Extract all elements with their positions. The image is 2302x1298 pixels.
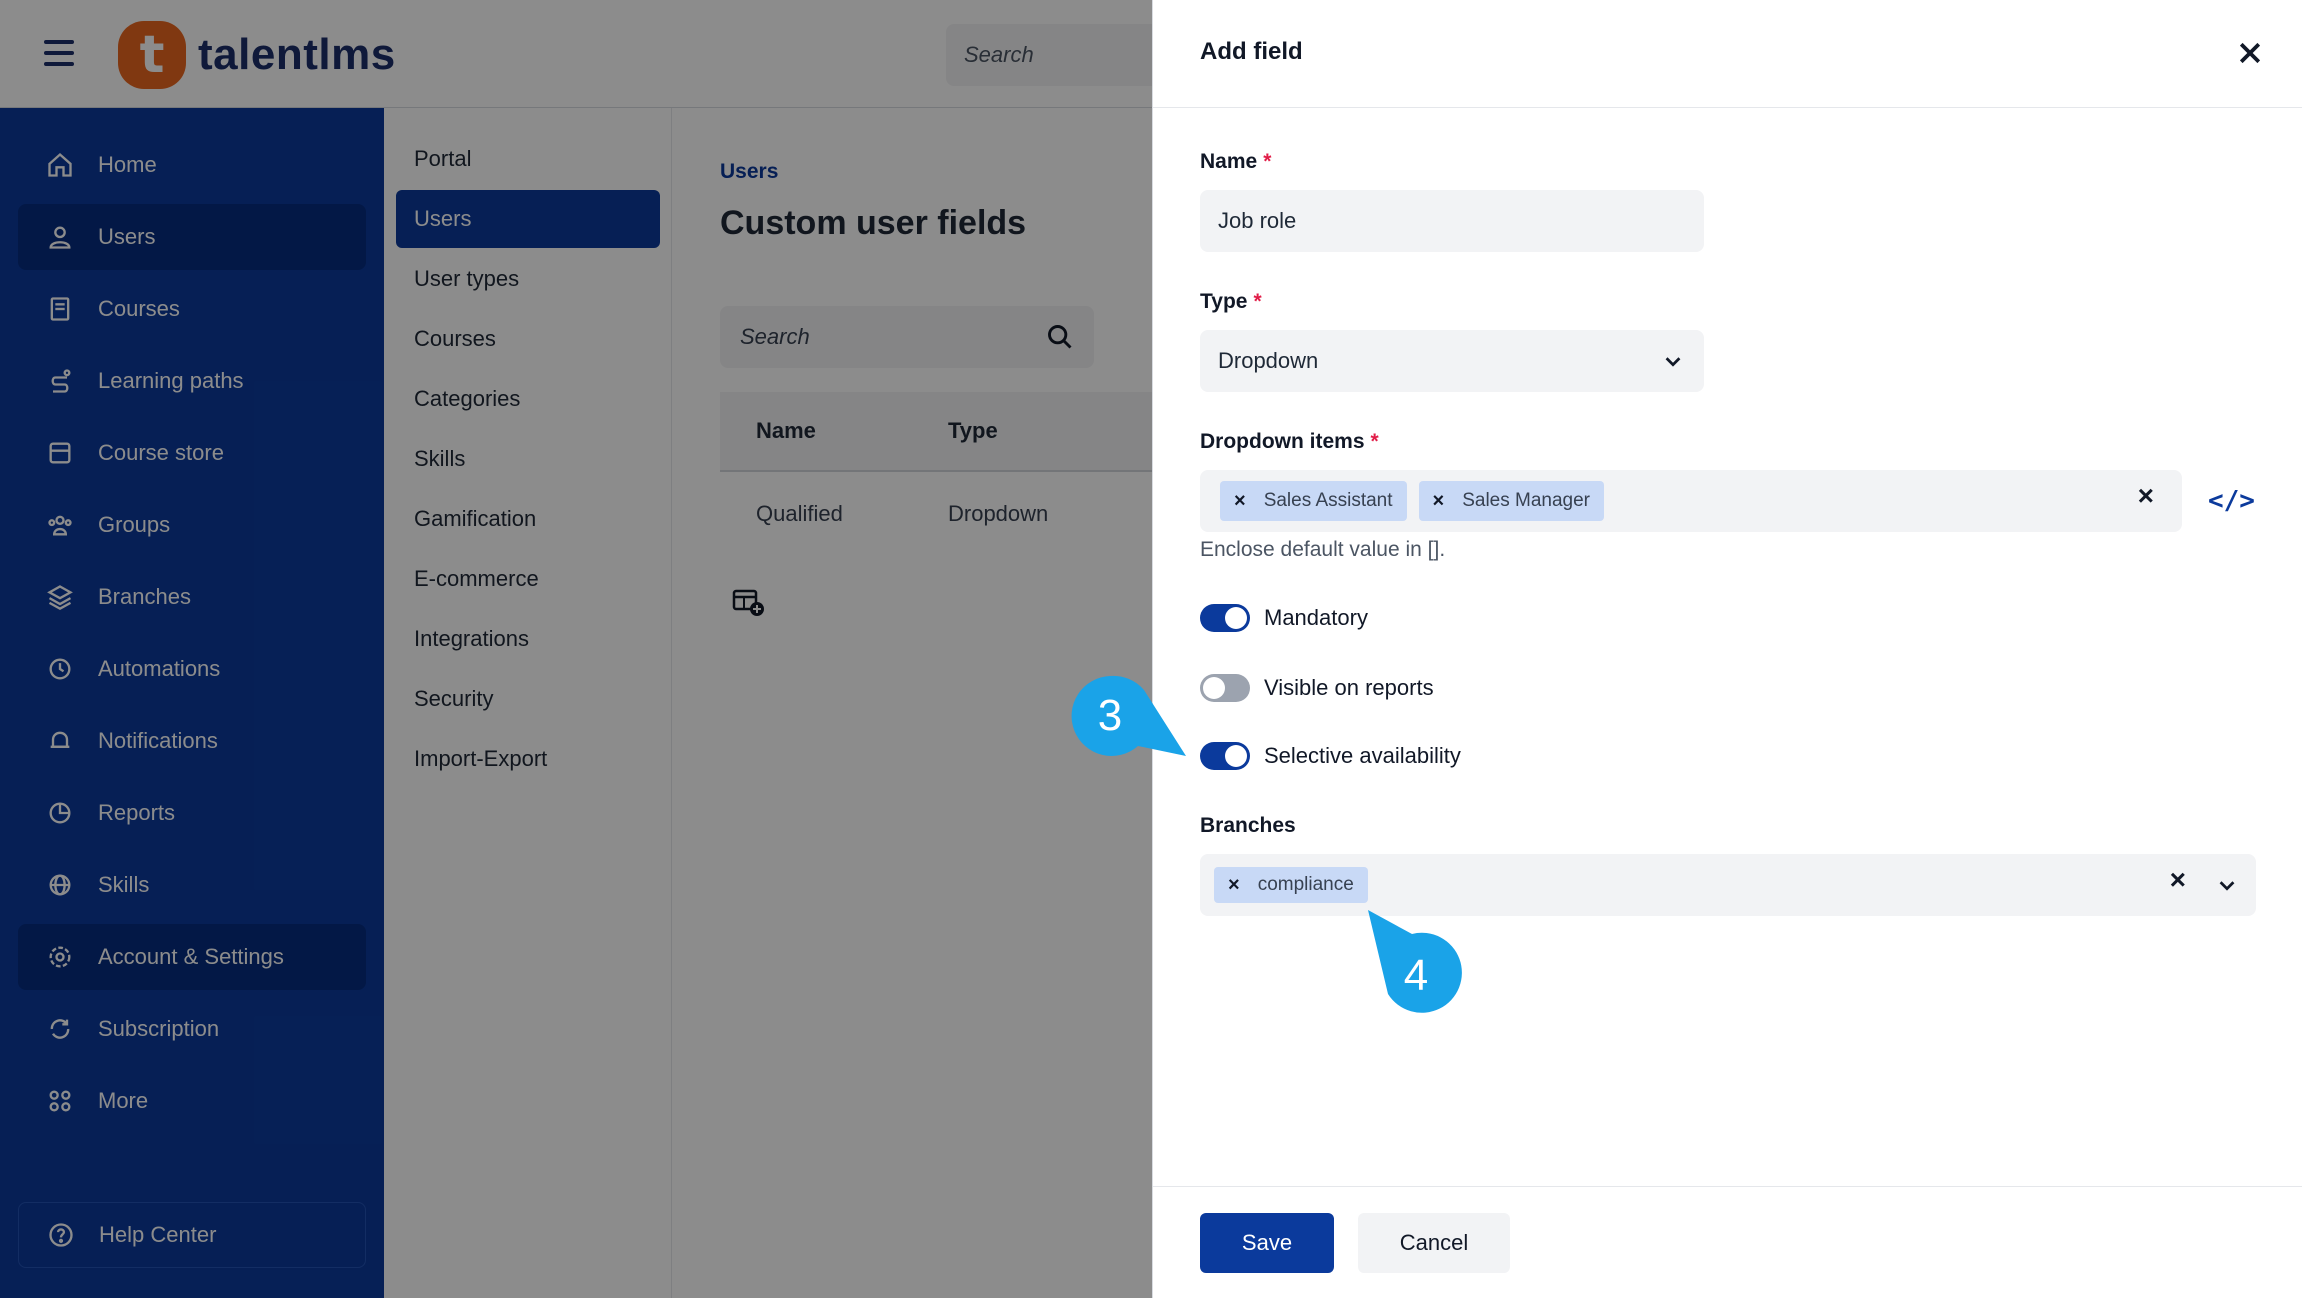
remove-chip-icon[interactable]: × xyxy=(1234,490,1246,513)
callout-number-3: 3 xyxy=(1098,691,1122,740)
drawer-title: Add field xyxy=(1200,38,1303,65)
toggle-mandatory[interactable]: Mandatory xyxy=(1200,604,1368,632)
toggle-label: Mandatory xyxy=(1264,605,1368,630)
required-mark: * xyxy=(1253,290,1262,313)
dropdown-items-label-text: Dropdown items xyxy=(1200,430,1365,453)
toggle-selective-availability[interactable]: Selective availability xyxy=(1200,742,1461,770)
toggle-switch-visible-on-reports[interactable] xyxy=(1200,674,1250,702)
chip-label: Sales Assistant xyxy=(1263,490,1393,511)
save-button[interactable]: Save xyxy=(1200,1213,1334,1273)
chevron-down-icon[interactable] xyxy=(2216,874,2238,896)
remove-chip-icon[interactable]: × xyxy=(1433,490,1445,513)
toggle-switch-mandatory[interactable] xyxy=(1200,604,1250,632)
dropdown-item-chip[interactable]: × Sales Assistant xyxy=(1220,481,1407,521)
name-field[interactable]: Job role xyxy=(1200,190,1704,252)
chevron-down-icon xyxy=(1665,357,1681,367)
dropdown-items-hint: Enclose default value in []. xyxy=(1200,538,1446,561)
branches-label: Branches xyxy=(1200,814,1296,837)
toggle-visible-on-reports[interactable]: Visible on reports xyxy=(1200,674,1434,702)
clear-items-icon[interactable]: × xyxy=(2138,480,2154,512)
name-label: Name * xyxy=(1200,150,1271,174)
modal-backdrop[interactable] xyxy=(0,0,1152,1298)
type-label: Type * xyxy=(1200,290,1262,314)
dropdown-items-label: Dropdown items * xyxy=(1200,430,1379,454)
type-select-value: Dropdown xyxy=(1218,348,1319,373)
type-label-text: Type xyxy=(1200,290,1248,313)
callout-step-4: 4 xyxy=(1368,910,1462,1013)
toggle-knob xyxy=(1225,745,1247,767)
chip-label: Sales Manager xyxy=(1462,490,1591,511)
toggle-switch-selective-availability[interactable] xyxy=(1200,742,1250,770)
toggle-knob xyxy=(1225,607,1247,629)
add-field-drawer: Add field Name * Job role Type * Dropdown … xyxy=(1152,0,2302,1298)
branch-chip[interactable]: × compliance xyxy=(1214,867,1368,903)
chip-label: compliance xyxy=(1257,874,1354,895)
toggle-knob xyxy=(1203,677,1225,699)
branches-select[interactable]: × compliance × xyxy=(1200,854,2256,916)
dropdown-item-chip[interactable]: × Sales Manager xyxy=(1418,481,1605,521)
toggle-label: Visible on reports xyxy=(1264,675,1434,700)
app: t talentlms Search Home Users Courses Le… xyxy=(0,0,2302,1298)
callout-step-3: 3 xyxy=(1071,675,1186,756)
name-label-text: Name xyxy=(1200,150,1258,173)
callout-number-4: 4 xyxy=(1404,951,1428,1000)
required-mark: * xyxy=(1263,150,1272,173)
remove-chip-icon[interactable]: × xyxy=(1228,874,1240,897)
type-select[interactable]: Dropdown xyxy=(1200,330,1704,392)
required-mark: * xyxy=(1370,430,1379,453)
drawer-header: Add field xyxy=(1153,0,2302,108)
toggle-label: Selective availability xyxy=(1264,743,1461,768)
cancel-button[interactable]: Cancel xyxy=(1358,1213,1510,1273)
clear-branches-icon[interactable]: × xyxy=(2170,864,2186,896)
close-icon[interactable] xyxy=(2235,38,2265,68)
drawer-footer: Save Cancel xyxy=(1153,1186,2302,1298)
code-icon[interactable]: </> xyxy=(2208,486,2255,516)
dropdown-items-input[interactable]: × Sales Assistant × Sales Manager × xyxy=(1200,470,2182,532)
